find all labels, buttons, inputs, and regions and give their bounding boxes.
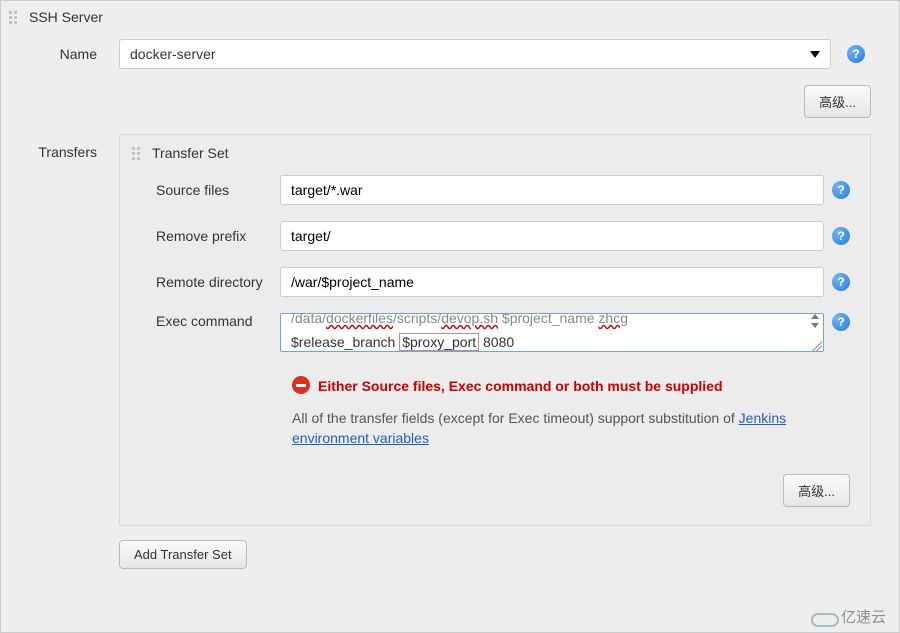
watermark-text: 亿速云 [841, 606, 886, 627]
source-files-input[interactable] [280, 175, 824, 205]
source-files-label: Source files [120, 182, 280, 198]
help-icon[interactable]: ? [847, 45, 865, 63]
textarea-scroll-icons[interactable] [808, 314, 822, 328]
transfer-set-title: Transfer Set [152, 145, 229, 161]
exec-command-wrap: /data/dockerfiles/scripts/devop.sh $proj… [280, 313, 824, 352]
name-label: Name [1, 46, 119, 62]
source-files-row: Source files ? [120, 167, 870, 213]
ssh-server-panel: SSH Server Name docker-server ? 高级... Tr… [0, 0, 900, 633]
help-icon[interactable]: ? [832, 181, 850, 199]
drag-handle-icon[interactable] [130, 145, 146, 161]
transfers-body: Transfer Set Source files ? Remove prefi… [119, 134, 899, 583]
exec-command-textarea[interactable]: /data/dockerfiles/scripts/devop.sh $proj… [280, 313, 824, 352]
drag-handle-icon[interactable] [7, 9, 23, 25]
inner-advanced-row: 高级... [120, 456, 870, 525]
name-select-value: docker-server [130, 46, 216, 62]
add-transfer-row: Add Transfer Set [119, 526, 871, 583]
error-row: Either Source files, Exec command or bot… [120, 360, 870, 398]
remove-prefix-label: Remove prefix [120, 228, 280, 244]
help-icon[interactable]: ? [832, 227, 850, 245]
advanced-button-row: 高级... [1, 79, 899, 128]
error-text: Either Source files, Exec command or bot… [318, 376, 723, 396]
watermark: 亿速云 [809, 606, 886, 627]
transfer-set-header: Transfer Set [120, 135, 870, 167]
remove-prefix-input[interactable] [280, 221, 824, 251]
help-icon[interactable]: ? [832, 273, 850, 291]
help-icon[interactable]: ? [832, 313, 850, 331]
inner-advanced-button[interactable]: 高级... [783, 474, 850, 507]
exec-command-row: Exec command /data/dockerfiles/scripts/d… [120, 305, 870, 360]
remote-dir-input[interactable] [280, 267, 824, 297]
ssh-server-header: SSH Server [1, 1, 899, 33]
error-icon [292, 376, 310, 394]
name-row: Name docker-server ? [1, 33, 899, 79]
resize-grip-icon[interactable] [812, 341, 822, 351]
exec-command-label: Exec command [120, 313, 280, 329]
transfers-row: Transfers Transfer Set Source files ? Re… [1, 128, 899, 583]
hint-text: All of the transfer fields (except for E… [120, 398, 860, 456]
name-select[interactable]: docker-server [119, 39, 831, 69]
transfer-set-panel: Transfer Set Source files ? Remove prefi… [119, 134, 871, 526]
transfers-label: Transfers [1, 134, 119, 160]
remote-dir-row: Remote directory ? [120, 259, 870, 305]
chevron-down-icon [810, 51, 820, 58]
cloud-icon [809, 608, 837, 626]
section-title: SSH Server [29, 9, 103, 25]
add-transfer-set-button[interactable]: Add Transfer Set [119, 540, 247, 569]
advanced-button[interactable]: 高级... [804, 85, 871, 118]
remote-dir-label: Remote directory [120, 274, 280, 290]
remove-prefix-row: Remove prefix ? [120, 213, 870, 259]
